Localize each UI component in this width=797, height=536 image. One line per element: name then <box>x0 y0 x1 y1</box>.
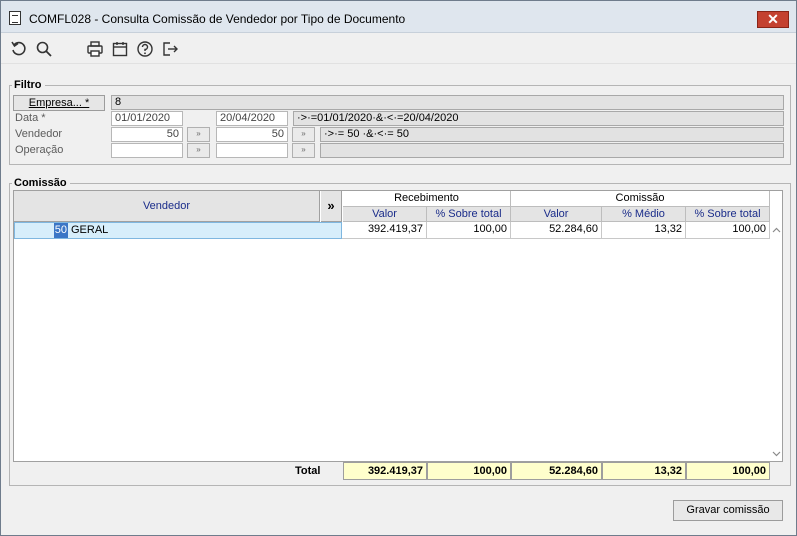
refresh-icon[interactable] <box>10 40 28 58</box>
comissao-legend: Comissão <box>12 177 70 189</box>
com-valor-cell: 52.284,60 <box>511 222 602 239</box>
close-button[interactable]: ✕ <box>757 11 789 28</box>
document-icon <box>9 11 21 25</box>
operacao-label: Operação <box>15 144 64 156</box>
header-expand-button[interactable]: » <box>321 191 342 222</box>
main-window: COMFL028 - Consulta Comissão de Vendedor… <box>0 0 797 536</box>
data-expression-field: ·>·=01/01/2020·&·<·=20/04/2020 <box>293 111 784 126</box>
total-com-medio: 13,32 <box>602 462 686 480</box>
com-pct-cell: 100,00 <box>686 222 770 239</box>
header-rec-valor[interactable]: Valor <box>343 207 427 222</box>
header-rec-pct[interactable]: % Sobre total <box>427 207 511 222</box>
filter-legend: Filtro <box>12 79 45 91</box>
operacao-from-lookup-button[interactable]: » <box>187 143 210 158</box>
operacao-to-lookup-button[interactable]: » <box>292 143 315 158</box>
toolbar <box>1 34 796 64</box>
total-rec-pct: 100,00 <box>427 462 511 480</box>
header-com-medio[interactable]: % Médio <box>602 207 686 222</box>
vendedor-from-lookup-button[interactable]: » <box>187 127 210 142</box>
com-medio-cell: 13,32 <box>602 222 686 239</box>
rec-valor-cell: 392.419,37 <box>343 222 427 239</box>
data-to-field[interactable]: 20/04/2020 <box>216 111 288 126</box>
empresa-field[interactable]: 8 <box>111 95 784 110</box>
window-title: COMFL028 - Consulta Comissão de Vendedor… <box>29 12 406 26</box>
vendedor-to-field[interactable]: 50 <box>216 127 288 142</box>
title-bar: COMFL028 - Consulta Comissão de Vendedor… <box>1 1 796 33</box>
data-from-field[interactable]: 01/01/2020 <box>111 111 183 126</box>
header-vendedor[interactable]: Vendedor <box>14 191 320 222</box>
vendedor-label: Vendedor <box>15 128 63 140</box>
total-rec-valor: 392.419,37 <box>343 462 427 480</box>
print-icon[interactable] <box>86 40 104 58</box>
operacao-expression-field <box>320 143 784 158</box>
operacao-from-field[interactable] <box>111 143 183 158</box>
header-com-pct[interactable]: % Sobre total <box>686 207 770 222</box>
total-com-valor: 52.284,60 <box>511 462 602 480</box>
vendedor-code: 50 <box>54 223 68 238</box>
exit-icon[interactable] <box>161 40 179 58</box>
total-com-pct: 100,00 <box>686 462 770 480</box>
vendedor-expression-field: ·>·= 50 ·&·<·= 50 <box>320 127 784 142</box>
operacao-to-field[interactable] <box>216 143 288 158</box>
scroll-down-icon[interactable] <box>771 448 782 459</box>
rec-pct-cell: 100,00 <box>427 222 511 239</box>
scroll-up-icon[interactable] <box>771 225 782 236</box>
gravar-comissao-button[interactable]: Gravar comissão <box>673 500 783 521</box>
total-label: Total <box>295 465 321 477</box>
header-comissao: Comissão <box>511 191 770 207</box>
vendedor-to-lookup-button[interactable]: » <box>292 127 315 142</box>
header-recebimento: Recebimento <box>343 191 511 207</box>
search-icon[interactable] <box>35 40 53 58</box>
empresa-button[interactable]: Empresa... * <box>13 95 105 111</box>
vendedor-from-field[interactable]: 50 <box>111 127 183 142</box>
help-icon[interactable] <box>136 40 154 58</box>
header-com-valor[interactable]: Valor <box>511 207 602 222</box>
vendedor-name: GERAL <box>71 224 109 236</box>
data-label: Data * <box>15 112 46 124</box>
calendar-icon[interactable] <box>111 40 129 58</box>
